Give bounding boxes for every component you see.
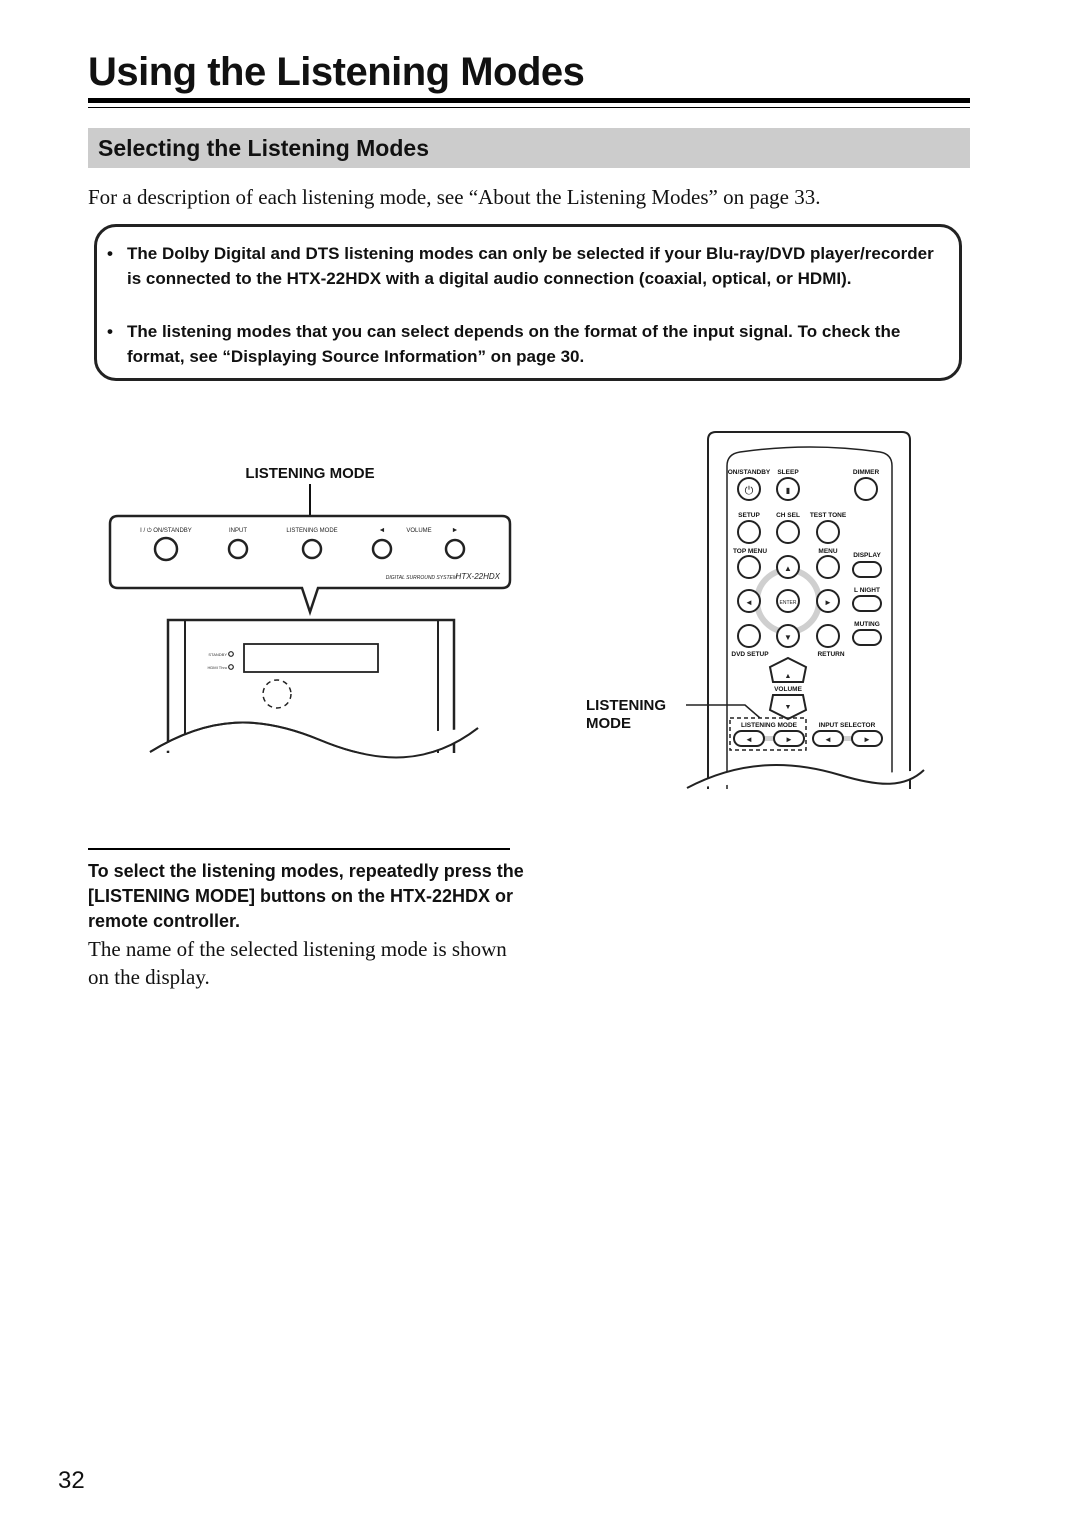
remote-l-night-button[interactable] <box>852 595 882 612</box>
remote-label-on-standby: ON/STANDBY <box>728 469 771 476</box>
remote-enter-button[interactable]: ENTER <box>776 589 800 613</box>
remote-setup-button[interactable] <box>737 520 761 544</box>
sleep-icon: ▮ <box>786 486 790 495</box>
remote-label-input-selector: INPUT SELECTOR <box>819 722 876 729</box>
model-name: HTX-22HDX <box>456 572 501 581</box>
step-divider <box>88 848 510 850</box>
remote-label-return: RETURN <box>817 651 844 658</box>
remote-label-l-night: L NIGHT <box>854 587 880 594</box>
remote-label-listening-mode: LISTENING MODE <box>741 722 798 729</box>
volume-up-arrow-icon: ▲ <box>785 673 792 680</box>
cutaway-mask <box>150 753 490 813</box>
remote-label-muting: MUTING <box>854 621 880 628</box>
remote-down-button[interactable]: ▼ <box>776 624 800 648</box>
remote-label-dimmer: DIMMER <box>853 469 880 476</box>
label-volume-down: ◄ <box>379 527 386 534</box>
label-volume-up: ► <box>452 527 459 534</box>
front-panel-callout-label: LISTENING MODE <box>245 465 374 482</box>
left-arrow-icon: ◄ <box>745 735 753 744</box>
remote-muting-button[interactable] <box>852 629 882 646</box>
front-listening-mode-button[interactable] <box>301 538 323 560</box>
remote-label-ch-sel: CH SEL <box>776 512 800 519</box>
remote-label-top-menu: TOP MENU <box>733 548 767 555</box>
remote-callout-label-line2: MODE <box>586 715 631 732</box>
right-arrow-icon: ► <box>863 735 871 744</box>
label-volume: VOLUME <box>406 528 431 534</box>
volume-down-arrow-icon: ▼ <box>785 704 792 711</box>
power-icon: ⏻ <box>745 485 754 497</box>
step-instruction: To select the listening modes, repeatedl… <box>88 861 524 931</box>
remote-input-selector-left-button[interactable]: ◄ <box>812 730 844 747</box>
remote-listening-mode-left-button[interactable]: ◄ <box>733 730 765 747</box>
right-arrow-icon: ► <box>785 735 793 744</box>
unit-display-window <box>243 643 379 673</box>
page-number: 32 <box>58 1467 85 1494</box>
label-on-standby: I / ⏻ ON/STANDBY <box>140 527 192 534</box>
remote-label-sleep: SLEEP <box>777 469 799 476</box>
remote-listening-mode-right-button[interactable]: ► <box>773 730 805 747</box>
remote-dvd-setup-button[interactable] <box>737 624 761 648</box>
indicator-label-standby: STANDBY <box>208 652 227 657</box>
remote-menu-button[interactable] <box>816 555 840 579</box>
remote-sleep-button[interactable]: ▮ <box>776 477 800 501</box>
enter-label: ENTER <box>780 600 797 606</box>
remote-label-dvd-setup: DVD SETUP <box>731 651 769 658</box>
remote-on-standby-button[interactable]: ⏻ <box>737 477 761 501</box>
remote-ch-sel-button[interactable] <box>776 520 800 544</box>
remote-illustration: ON/STANDBY SLEEP DIMMER ⏻ ▮ SETUP CH SEL… <box>586 431 930 810</box>
remote-left-button[interactable]: ◄ <box>737 589 761 613</box>
front-on-standby-button[interactable] <box>153 536 179 562</box>
front-panel-illustration: LISTENING MODE I / ⏻ ON/STANDBY INPUT LI… <box>108 465 512 813</box>
remote-test-tone-button[interactable] <box>816 520 840 544</box>
remote-label-setup: SETUP <box>738 512 760 519</box>
label-listening-mode: LISTENING MODE <box>286 528 337 534</box>
remote-return-button[interactable] <box>816 624 840 648</box>
remote-up-button[interactable]: ▲ <box>776 555 800 579</box>
remote-callout-label-line1: LISTENING <box>586 697 666 714</box>
remote-label-volume: VOLUME <box>774 686 802 693</box>
left-arrow-icon: ◄ <box>824 735 832 744</box>
remote-label-menu: MENU <box>818 548 837 555</box>
indicator-label-hdmi-thru: HDMI Thru <box>208 665 227 670</box>
remote-right-button[interactable]: ► <box>816 589 840 613</box>
remote-top-menu-button[interactable] <box>737 555 761 579</box>
remote-cutaway-mask <box>700 789 930 810</box>
remote-label-test-tone: TEST TONE <box>810 512 847 519</box>
front-volume-up-button[interactable] <box>444 538 466 560</box>
down-arrow-icon: ▼ <box>784 633 792 642</box>
label-input: INPUT <box>229 528 247 534</box>
left-arrow-icon: ◄ <box>745 598 753 607</box>
remote-dimmer-button[interactable] <box>854 477 878 501</box>
remote-label-display: DISPLAY <box>853 552 881 559</box>
up-arrow-icon: ▲ <box>784 564 792 573</box>
hdmi-thru-indicator-icon <box>228 664 234 670</box>
front-input-button[interactable] <box>227 538 249 560</box>
standby-indicator-icon <box>228 651 234 657</box>
remote-input-selector-right-button[interactable]: ► <box>851 730 883 747</box>
right-arrow-icon: ► <box>824 598 832 607</box>
front-volume-down-button[interactable] <box>371 538 393 560</box>
remote-display-button[interactable] <box>852 561 882 578</box>
model-caption: DIGITAL SURROUND SYSTEM <box>386 575 458 581</box>
remote-sensor-icon <box>262 679 292 709</box>
step-result: The name of the selected listening mode … <box>88 937 507 989</box>
